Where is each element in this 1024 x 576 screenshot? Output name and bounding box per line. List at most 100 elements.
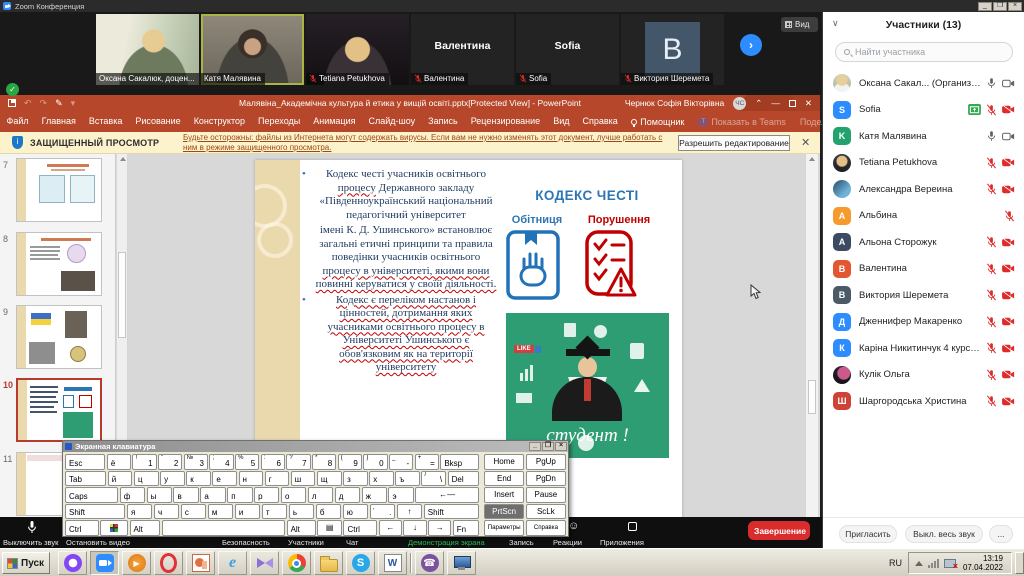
participant-row[interactable]: ККаріна Никитинчук 4 курс денн... <box>823 335 1024 362</box>
video-thumbnail[interactable]: Катя Малявина <box>201 14 304 85</box>
key-Alt[interactable]: Alt <box>287 520 316 536</box>
key-.[interactable]: ,. <box>370 504 395 520</box>
key-6[interactable]: :6 <box>261 454 285 470</box>
toolbar-item-8[interactable]: Приложения <box>600 538 644 547</box>
save-icon[interactable] <box>8 99 16 107</box>
reactions-icon[interactable]: ☺ <box>568 520 579 532</box>
key-ф[interactable]: ф <box>120 487 145 503</box>
end-meeting-button[interactable]: Завершение <box>748 521 810 540</box>
key-д[interactable]: д <box>335 487 360 503</box>
key-7[interactable]: ?7 <box>286 454 310 470</box>
participant-row[interactable]: ВВиктория Шеремета <box>823 282 1024 309</box>
ribbon-tab-анимация[interactable]: Анимация <box>307 111 362 132</box>
taskbar-icon-powerpoint[interactable] <box>186 551 215 575</box>
participant-row[interactable]: ШШаргородська Христина <box>823 388 1024 415</box>
participant-row[interactable]: SSofia <box>823 97 1024 124</box>
key-→[interactable]: → <box>428 520 451 536</box>
key-к[interactable]: к <box>186 471 211 487</box>
key-Ctrl[interactable]: Ctrl <box>343 520 377 536</box>
toolbar-item-2[interactable]: Безопасность <box>222 538 270 547</box>
key-м[interactable]: м <box>208 504 233 520</box>
view-button[interactable]: Вид <box>781 17 818 32</box>
slide-thumbnail-8[interactable] <box>16 232 102 296</box>
ribbon-tab-конструктор[interactable]: Конструктор <box>187 111 251 132</box>
key-т[interactable]: т <box>262 504 287 520</box>
key-↓[interactable]: ↓ <box>403 520 426 536</box>
key-win[interactable] <box>100 520 128 536</box>
key-Параметры[interactable]: Параметры <box>484 520 524 536</box>
key-Ctrl[interactable]: Ctrl <box>65 520 99 536</box>
taskbar-icon-file-explorer[interactable] <box>314 551 343 575</box>
key-й[interactable]: й <box>108 471 133 487</box>
slide-thumbnail-10[interactable] <box>16 378 102 442</box>
key-8[interactable]: *8 <box>312 454 336 470</box>
key-1[interactable]: !1 <box>132 454 156 470</box>
key-ж[interactable]: ж <box>362 487 387 503</box>
video-thumbnail[interactable]: ВалентинаВалентина <box>411 14 514 85</box>
language-indicator[interactable]: RU <box>883 558 908 568</box>
key-л[interactable]: л <box>308 487 333 503</box>
video-thumbnail[interactable]: Оксана Сакалюк, доцен... <box>96 14 199 85</box>
scrollbar-thumb[interactable] <box>808 380 816 414</box>
key-Esc[interactable]: Esc <box>65 454 105 470</box>
microphone-icon[interactable] <box>26 520 38 539</box>
ribbon-tab-главная[interactable]: Главная <box>35 111 82 132</box>
key-у[interactable]: у <box>160 471 185 487</box>
key-о[interactable]: о <box>281 487 306 503</box>
osk-close-button[interactable]: × <box>555 442 567 451</box>
taskbar-icon-kmplayer[interactable] <box>250 551 279 575</box>
taskbar-icon-zoom-app[interactable] <box>90 551 119 575</box>
minimize-button[interactable]: _ <box>978 2 992 11</box>
ribbon-tab-справка[interactable]: Справка <box>576 111 624 132</box>
ribbon-tab-слайд-шоу[interactable]: Слайд-шоу <box>362 111 422 132</box>
taskbar-icon-viber[interactable]: ☎ <box>415 551 444 575</box>
toolbar-item-1[interactable]: Остановить видео <box>66 538 130 547</box>
scrollbar-thumb[interactable] <box>118 252 126 338</box>
key-п[interactable]: п <box>227 487 252 503</box>
key-Bksp[interactable]: Bksp <box>440 454 479 470</box>
key-Caps[interactable]: Caps <box>65 487 118 503</box>
ribbon-tab-рецензирование[interactable]: Рецензирование <box>464 111 547 132</box>
invite-button[interactable]: Пригласить <box>839 525 897 543</box>
participant-row[interactable]: ВВалентина <box>823 256 1024 283</box>
qat-dropdown-icon[interactable]: ▾ <box>71 98 76 109</box>
key-4[interactable]: ;4 <box>209 454 233 470</box>
key-PrtScn[interactable]: PrtScn <box>484 504 524 520</box>
participant-row[interactable]: Александра Вереина <box>823 176 1024 203</box>
key-г[interactable]: г <box>265 471 290 487</box>
slide-thumbnail-9[interactable] <box>16 305 102 369</box>
toolbar-item-0[interactable]: Выключить звук <box>3 538 58 547</box>
key-а[interactable]: а <box>200 487 225 503</box>
key-space[interactable] <box>162 520 285 536</box>
start-button[interactable]: Пуск <box>2 552 50 574</box>
key-ь[interactable]: ь <box>289 504 314 520</box>
key-9[interactable]: (9 <box>338 454 362 470</box>
participant-row[interactable]: ААльона Сторожук <box>823 229 1024 256</box>
toolbar-item-4[interactable]: Чат <box>346 538 358 547</box>
slide-scrollbar[interactable] <box>805 154 818 548</box>
key-с[interactable]: с <box>181 504 206 520</box>
signal-icon[interactable] <box>928 559 939 568</box>
participant-row[interactable]: ДДженнифер Макаренко <box>823 309 1024 336</box>
show-desktop-button[interactable] <box>1015 552 1024 574</box>
key-ъ[interactable]: ъ <box>395 471 420 487</box>
ribbon-tab-переходы[interactable]: Переходы <box>252 111 307 132</box>
ribbon-tab-файл[interactable]: Файл <box>0 111 35 132</box>
participant-row[interactable]: Кулік Ольга <box>823 362 1024 389</box>
tray-clock[interactable]: 13:19 07.04.2022 <box>961 554 1005 572</box>
taskbar-icon-chrome[interactable] <box>282 551 311 575</box>
maximize-button[interactable]: ❐ <box>993 2 1007 11</box>
video-thumbnail[interactable]: ВВиктория Шеремета <box>621 14 724 85</box>
participant-row[interactable]: ААльбина <box>823 203 1024 230</box>
key-PgUp[interactable]: PgUp <box>526 454 566 470</box>
participant-row[interactable]: KКатя Малявина <box>823 123 1024 150</box>
key-Pause[interactable]: Pause <box>526 487 566 503</box>
key-р[interactable]: р <box>254 487 279 503</box>
key-▤[interactable]: ▤ <box>317 520 342 536</box>
key-и[interactable]: и <box>235 504 260 520</box>
toolbar-item-6[interactable]: Запись <box>509 538 534 547</box>
ribbon-options-icon[interactable]: ⌃ <box>755 98 762 109</box>
toolbar-item-7[interactable]: Реакции <box>553 538 582 547</box>
key-х[interactable]: х <box>369 471 394 487</box>
taskbar-icon-word[interactable]: W <box>378 551 407 575</box>
